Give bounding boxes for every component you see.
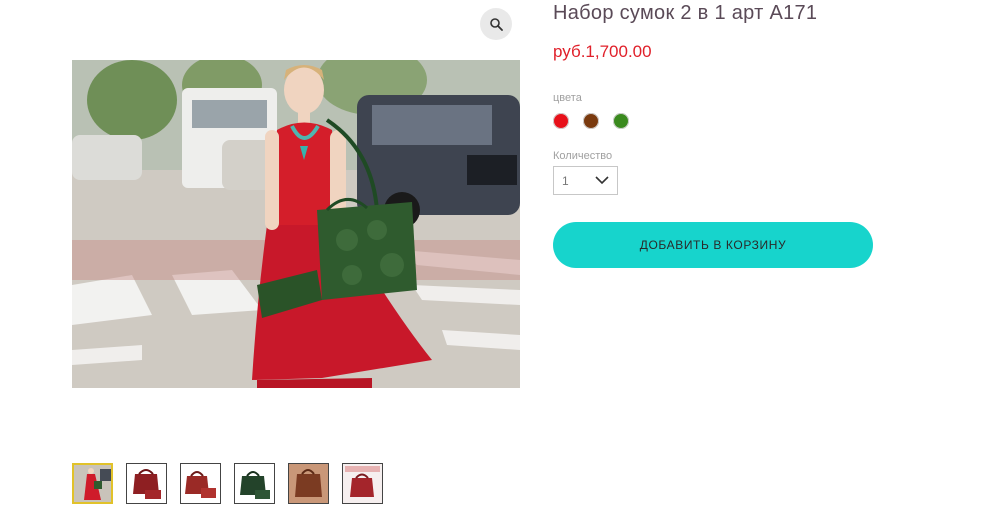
product-title: Набор сумок 2 в 1 арт А171 (553, 2, 818, 24)
color-swatch-green[interactable] (613, 113, 629, 129)
thumb-red-bag-set-1[interactable] (126, 463, 167, 504)
zoom-button[interactable] (480, 8, 512, 40)
thumb-green-bag-set[interactable] (234, 463, 275, 504)
chevron-down-icon (595, 176, 609, 185)
color-swatch-red[interactable] (553, 113, 569, 129)
quantity-value: 1 (562, 173, 569, 188)
quantity-select[interactable]: 1 (553, 166, 618, 195)
quantity-label: Количество (553, 150, 613, 162)
thumb-red-bag-box[interactable] (342, 463, 383, 504)
add-to-cart-label: ДОБАВИТЬ В КОРЗИНУ (639, 238, 787, 252)
color-swatches (553, 113, 629, 129)
thumb-red-bag-set-2[interactable] (180, 463, 221, 504)
color-swatch-brown[interactable] (583, 113, 599, 129)
color-label: цвета (553, 92, 582, 104)
thumbnail-strip (72, 463, 383, 504)
thumb-brown-bag[interactable] (288, 463, 329, 504)
thumb-red-dress-model[interactable] (72, 463, 113, 504)
add-to-cart-button[interactable]: ДОБАВИТЬ В КОРЗИНУ (553, 222, 873, 268)
magnifier-icon (490, 18, 503, 31)
product-price: руб.1,700.00 (553, 42, 652, 61)
product-main-image[interactable] (72, 60, 520, 388)
